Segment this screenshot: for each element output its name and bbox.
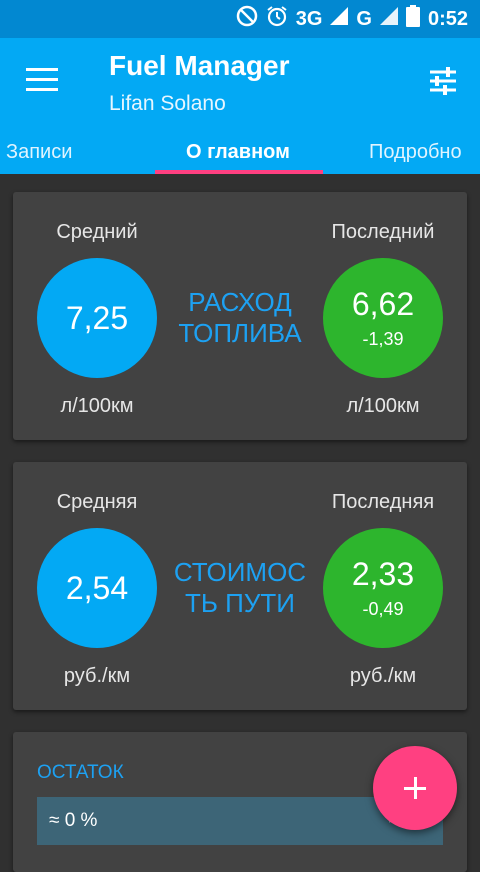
average-cost-unit: руб./км [63,665,131,687]
last-cost-label: Последняя [331,491,435,513]
do-not-disturb-icon [236,5,258,33]
average-consumption-circle: 7,25 [37,258,157,378]
fuel-consumption-card: Средний Последний 7,25 РАСХОД ТОПЛИВА 6,… [13,192,467,440]
network-type-g: G [356,7,372,30]
last-cost-value: 2,33 [351,556,415,592]
tab-records[interactable]: Записи [6,130,72,174]
average-cost-circle: 2,54 [37,528,157,648]
tab-bar: Записи О главном Подробно [0,130,480,174]
last-consumption-value: 6,62 [351,286,415,322]
sliders-filter-icon[interactable] [428,66,458,96]
last-unit: л/100км [346,395,420,417]
app-title: Fuel Manager [109,50,290,81]
average-cost-label: Средняя [56,491,138,513]
network-type-3g: 3G [295,7,323,30]
active-tab-indicator [155,170,323,174]
tab-details[interactable]: Подробно [369,130,462,174]
battery-icon [405,5,420,33]
status-time: 0:52 [427,7,468,30]
last-cost-circle: 2,33 -0,49 [323,528,443,648]
average-consumption-value: 7,25 [65,299,129,336]
average-label: Средний [56,221,138,243]
last-label: Последний [331,221,435,243]
status-bar: 3G G 0:52 [0,0,480,38]
app-subtitle: Lifan Solano [109,92,226,115]
last-cost-unit: руб./км [349,665,417,687]
average-unit: л/100км [60,395,134,417]
last-cost-delta: -0,49 [362,599,404,619]
last-consumption-delta: -1,39 [362,329,404,349]
add-record-button[interactable] [373,746,457,830]
trip-cost-title: СТОИМОС ТЬ ПУТИ [170,557,310,619]
tab-overview[interactable]: О главном [186,130,290,174]
plus-icon-vertical [414,777,417,799]
cell-signal-icon [330,7,349,31]
fuel-consumption-title: РАСХОД ТОПЛИВА [170,287,310,349]
trip-cost-card: Средняя Последняя 2,54 СТОИМОС ТЬ ПУТИ 2… [13,462,467,710]
alarm-clock-icon [266,5,288,33]
cell-signal-icon-2 [379,7,398,31]
remaining-title: ОСТАТОК [37,762,124,783]
fuel-consumption-title-line1: РАСХОД [188,287,292,317]
last-consumption-circle: 6,62 -1,39 [323,258,443,378]
app-bar: Fuel Manager Lifan Solano Записи О главн… [0,38,480,174]
fuel-consumption-title-line2: ТОПЛИВА [178,318,302,348]
remaining-percent: ≈ 0 % [49,810,98,831]
hamburger-menu-icon[interactable] [26,68,58,94]
trip-cost-title-line2: ТЬ ПУТИ [185,588,295,618]
average-cost-value: 2,54 [65,569,129,606]
trip-cost-title-line1: СТОИМОС [173,557,307,587]
